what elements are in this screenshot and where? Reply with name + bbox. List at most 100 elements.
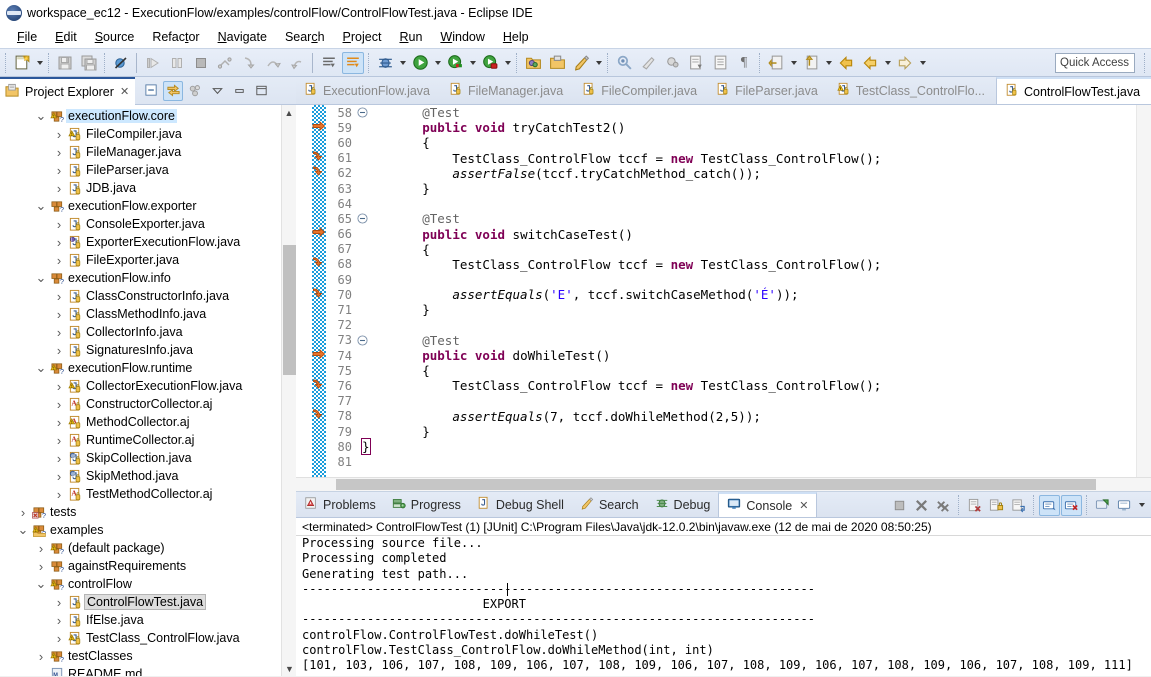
scroll-up-icon[interactable]: ▲ xyxy=(282,105,296,120)
tree-item-examples[interactable]: ⌄?examples xyxy=(0,521,296,539)
tree-item-collectorexecutionflow-java[interactable]: › CollectorExecutionFlow.java xyxy=(0,377,296,395)
gutter-line-66[interactable]: 66 xyxy=(312,227,358,242)
scroll-thumb[interactable] xyxy=(283,245,296,375)
chevron-down-icon[interactable]: ⌄ xyxy=(16,523,30,536)
tree-item-fileparser-java[interactable]: › FileParser.java xyxy=(0,161,296,179)
chevron-right-icon[interactable]: › xyxy=(52,253,66,268)
gutter-line-78[interactable]: 78 xyxy=(312,409,358,424)
view-menu-icon[interactable] xyxy=(207,81,227,101)
java-source-editor[interactable]: 58 59 60 61 62 63 64 65 66 67 68 69 70 71 72 73 74 75 76 77… xyxy=(296,105,1151,477)
chevron-right-icon[interactable]: › xyxy=(52,181,66,196)
chevron-right-icon[interactable]: › xyxy=(52,397,66,412)
back-dropdown-icon[interactable] xyxy=(882,52,893,74)
menu-item-file[interactable]: File xyxy=(8,28,46,46)
toolbar-overflow-handle[interactable] xyxy=(1144,53,1146,73)
gutter-line-79[interactable]: 79 xyxy=(312,424,358,439)
gutter-line-67[interactable]: 67 xyxy=(312,242,358,257)
menu-item-help[interactable]: Help xyxy=(494,28,538,46)
menu-item-navigate[interactable]: Navigate xyxy=(209,28,276,46)
project-tree[interactable]: ⌄? executionFlow.core › FileCompiler.java › F… xyxy=(0,105,296,676)
run-icon[interactable] xyxy=(409,52,431,74)
editor-tab-testclass-controlflo-[interactable]: TestClass_ControlFlo... xyxy=(829,77,996,104)
scroll-down-icon[interactable]: ▼ xyxy=(282,661,296,676)
gutter-line-76[interactable]: 76 xyxy=(312,378,358,393)
chevron-right-icon[interactable]: › xyxy=(52,595,66,610)
gutter-line-70[interactable]: 70 xyxy=(312,287,358,302)
menu-item-search[interactable]: Search xyxy=(276,28,334,46)
link-icon[interactable] xyxy=(637,52,659,74)
tree-item-skipcollection-java[interactable]: › @ SkipCollection.java xyxy=(0,449,296,467)
tree-item-jdb-java[interactable]: › JDB.java xyxy=(0,179,296,197)
gutter-line-68[interactable]: 68 xyxy=(312,257,358,272)
gutter-line-77[interactable]: 77 xyxy=(312,394,358,409)
tree-item-readme-md[interactable]: M README.md xyxy=(0,665,296,676)
test-path-marker-icon[interactable] xyxy=(312,165,326,181)
chevron-right-icon[interactable]: › xyxy=(52,613,66,628)
chevron-right-icon[interactable]: › xyxy=(34,559,48,574)
previous-edit-icon[interactable] xyxy=(765,52,787,74)
tree-item-classmethodinfo-java[interactable]: › ClassMethodInfo.java xyxy=(0,305,296,323)
new-class-dropdown-icon[interactable] xyxy=(593,52,604,74)
suspend-icon[interactable] xyxy=(166,52,188,74)
gutter-line-63[interactable]: 63 xyxy=(312,181,358,196)
gutter-line-61[interactable]: 61 xyxy=(312,151,358,166)
console-output-area[interactable]: <terminated> ControlFlowTest (1) [JUnit]… xyxy=(296,518,1151,676)
display-selected-console-icon[interactable] xyxy=(1114,495,1135,516)
console-tab-console[interactable]: Console ✕ xyxy=(718,492,818,517)
gutter-line-59[interactable]: 59 xyxy=(312,120,358,135)
gutter-line-58[interactable]: 58 xyxy=(312,105,368,120)
chevron-right-icon[interactable]: › xyxy=(52,379,66,394)
chevron-down-icon[interactable]: ⌄ xyxy=(34,199,48,212)
external-tools-icon[interactable] xyxy=(479,52,501,74)
gutter-line-75[interactable]: 75 xyxy=(312,363,358,378)
chevron-right-icon[interactable]: › xyxy=(52,487,66,502)
tree-item-constructorcollector-aj[interactable]: › A ConstructorCollector.aj xyxy=(0,395,296,413)
new-java-project-icon[interactable] xyxy=(522,52,544,74)
gutter-line-81[interactable]: 81 xyxy=(312,454,358,469)
test-path-marker-icon[interactable] xyxy=(312,378,326,394)
forward-dropdown-icon[interactable] xyxy=(917,52,928,74)
link-with-editor-icon[interactable] xyxy=(163,80,184,101)
editor-tab-fileparser-java[interactable]: FileParser.java xyxy=(708,77,829,104)
chevron-right-icon[interactable]: › xyxy=(52,631,66,646)
chevron-down-icon[interactable]: ⌄ xyxy=(34,271,48,284)
test-path-marker-icon[interactable] xyxy=(312,408,326,424)
menu-item-window[interactable]: Window xyxy=(431,28,493,46)
scroll-lock-icon[interactable] xyxy=(986,495,1007,516)
close-icon[interactable]: ✕ xyxy=(799,499,808,512)
editor-tab-filemanager-java[interactable]: FileManager.java xyxy=(441,77,574,104)
tree-item-executionflow-exporter[interactable]: ⌄? executionFlow.exporter xyxy=(0,197,296,215)
external-tools-dropdown-icon[interactable] xyxy=(502,52,513,74)
console-tab-debug[interactable]: Debug xyxy=(647,492,719,517)
console-tab-problems[interactable]: Problems xyxy=(296,492,384,517)
step-return-icon[interactable] xyxy=(286,52,308,74)
chevron-right-icon[interactable]: › xyxy=(52,343,66,358)
code-text-area[interactable]: @Test public void tryCatchTest2() { Test… xyxy=(358,105,1151,477)
scroll-thumb[interactable] xyxy=(336,479,1096,490)
back-history-icon[interactable] xyxy=(859,52,881,74)
tree-item-testmethodcollector-aj[interactable]: › A TestMethodCollector.aj xyxy=(0,485,296,503)
test-path-marker-icon[interactable] xyxy=(312,287,326,303)
editor-horizontal-scrollbar[interactable] xyxy=(296,477,1151,491)
tree-item--default-package-[interactable]: ›? (default package) xyxy=(0,539,296,557)
console-tab-progress[interactable]: + Progress xyxy=(384,492,469,517)
new-java-package-icon[interactable] xyxy=(546,52,568,74)
open-task-icon[interactable] xyxy=(685,52,707,74)
tree-item-runtimecollector-aj[interactable]: › A RuntimeCollector.aj xyxy=(0,431,296,449)
new-class-icon[interactable] xyxy=(570,52,592,74)
step-over-icon[interactable] xyxy=(262,52,284,74)
word-wrap-icon[interactable] xyxy=(1008,495,1029,516)
chevron-right-icon[interactable]: › xyxy=(52,307,66,322)
chevron-right-icon[interactable]: › xyxy=(52,145,66,160)
method-entry-marker-icon[interactable] xyxy=(312,348,326,364)
show-console-on-output-icon[interactable] xyxy=(1039,494,1060,516)
toggle-mark-occurrences-icon[interactable] xyxy=(342,51,364,74)
project-tree-scrollbar[interactable]: ▲ ▼ xyxy=(281,105,296,676)
next-annotation-icon[interactable] xyxy=(318,52,340,74)
resume-icon[interactable] xyxy=(142,52,164,74)
gutter-line-65[interactable]: 65 xyxy=(312,211,368,226)
chevron-right-icon[interactable]: › xyxy=(34,649,48,664)
chevron-right-icon[interactable]: › xyxy=(52,217,66,232)
gutter-line-60[interactable]: 60 xyxy=(312,135,358,150)
save-all-icon[interactable] xyxy=(78,52,100,74)
